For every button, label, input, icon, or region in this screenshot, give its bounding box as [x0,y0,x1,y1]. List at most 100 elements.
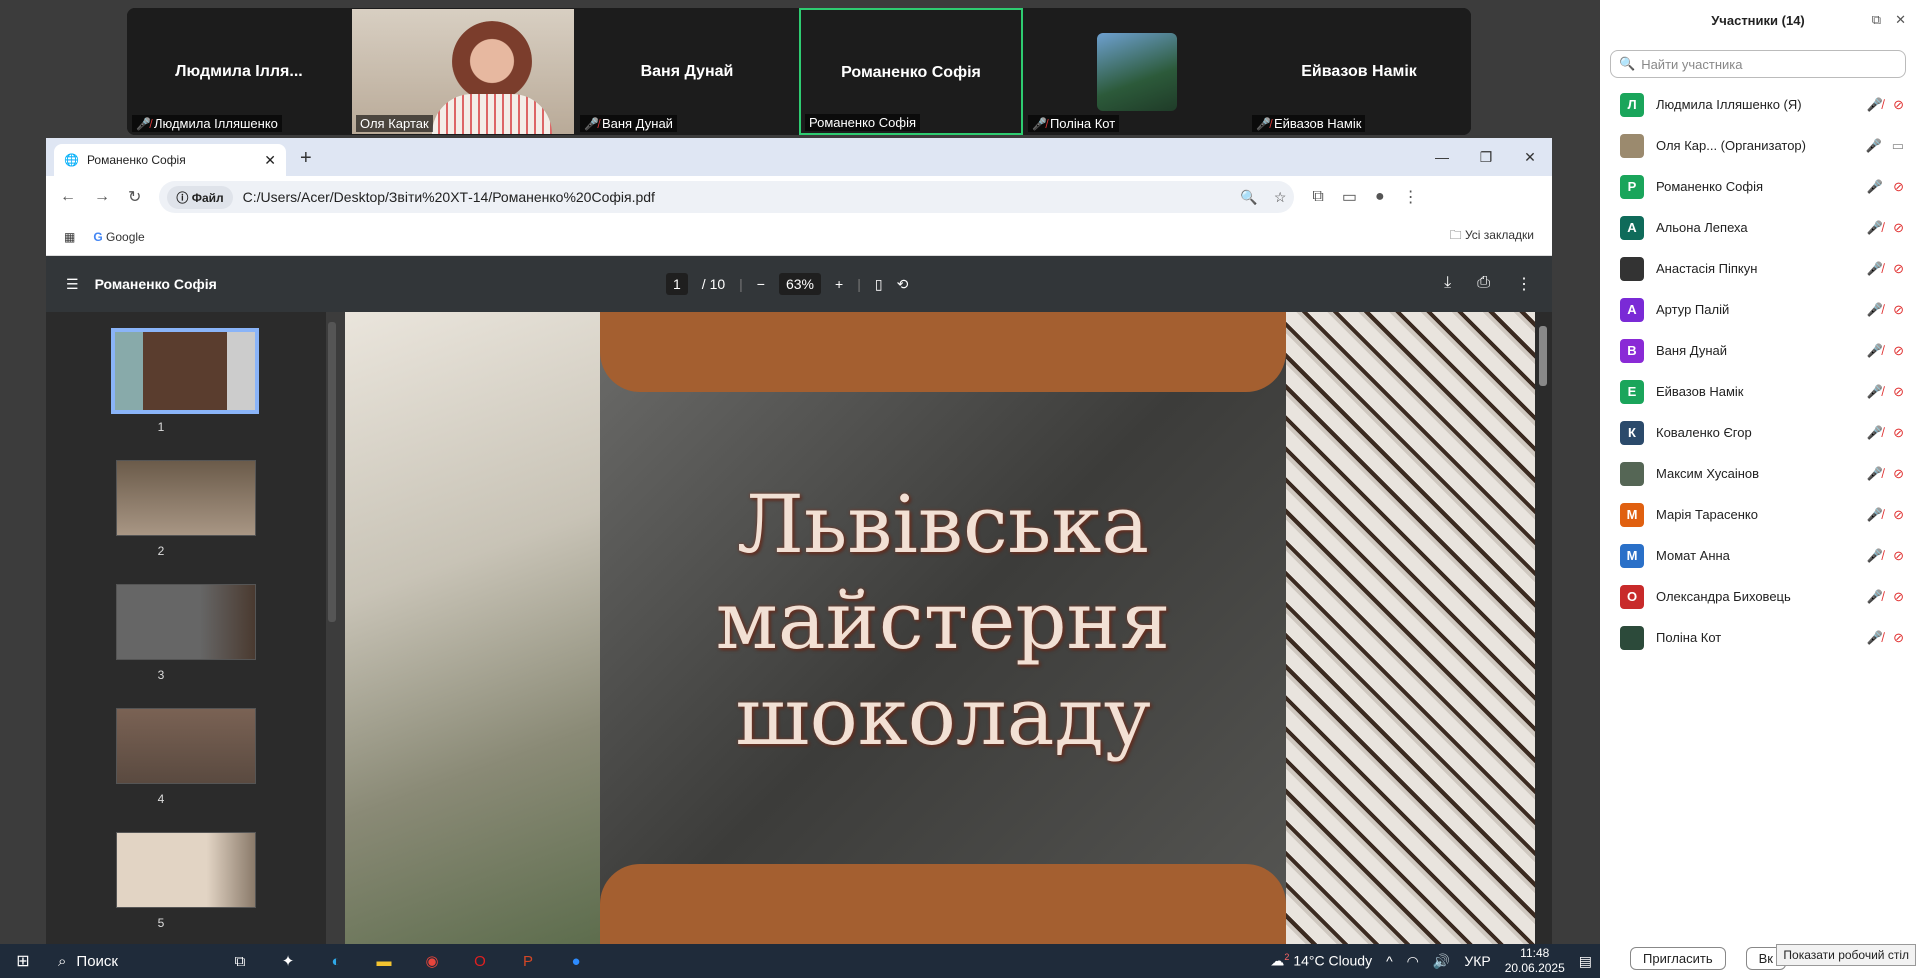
profile-avatar[interactable]: ● [1375,188,1385,206]
download-icon[interactable]: ⤓ [1444,274,1451,294]
participant-item[interactable]: Оля Кар... (Организатор) 🎤 ▭ [1600,125,1916,166]
video-off-icon[interactable]: ⊘ [1893,425,1904,441]
extensions-icon[interactable]: ⧉ [1312,188,1323,206]
zoom-in-button[interactable]: + [835,276,843,292]
star-icon[interactable]: ☆ [1274,189,1287,206]
participant-item[interactable]: М Марія Тарасенко 🎤̸ ⊘ [1600,494,1916,535]
mic-muted-icon[interactable]: 🎤̸ [1867,589,1883,605]
file-explorer-icon[interactable]: ▬ [360,944,408,978]
minimize-button[interactable]: — [1420,138,1464,176]
mic-muted-icon[interactable]: 🎤̸ [1867,548,1883,564]
more-options-icon[interactable]: ⋮ [1516,274,1532,294]
video-off-icon[interactable]: ⊘ [1893,179,1904,195]
invite-button[interactable]: Пригласить [1630,947,1726,970]
video-off-icon[interactable]: ⊘ [1893,302,1904,318]
participant-item[interactable]: А Артур Палій 🎤̸ ⊘ [1600,289,1916,330]
weather-widget[interactable]: ☁2 14°C Cloudy [1270,952,1372,970]
omnibox[interactable]: ⓘ Файл C:/Users/Acer/Desktop/Звіти%20ХТ-… [159,181,1295,213]
mic-icon[interactable]: 🎤 [1867,179,1883,195]
video-off-icon[interactable]: ⊘ [1893,343,1904,359]
participant-item[interactable]: К Коваленко Єгор 🎤̸ ⊘ [1600,412,1916,453]
thumbnail-page-2[interactable] [116,460,256,536]
mic-muted-icon[interactable]: 🎤̸ [1867,220,1883,236]
participant-item[interactable]: Максим Хусаінов 🎤̸ ⊘ [1600,453,1916,494]
mic-muted-icon[interactable]: 🎤̸ [1867,384,1883,400]
close-window-button[interactable]: ✕ [1508,138,1552,176]
video-tile[interactable]: Ейвазов Намік 🎤̸ Ейвазов Намік [1247,8,1471,135]
video-tile-active-speaker[interactable]: Романенко Софія Романенко Софія [799,8,1023,135]
hamburger-menu-icon[interactable]: ☰ [66,276,79,293]
page-scrollbar[interactable] [1535,312,1552,944]
apps-grid-icon[interactable]: ▦ [64,230,75,244]
print-icon[interactable]: ⎙ [1477,274,1490,294]
mic-muted-icon[interactable]: 🎤̸ [1867,261,1883,277]
thumbnail-scrollbar[interactable] [328,322,336,622]
mic-muted-icon[interactable]: 🎤̸ [1867,425,1883,441]
notifications-icon[interactable]: ▤ [1579,953,1592,970]
popout-icon[interactable]: ⧉ [1872,12,1881,28]
participant-item[interactable]: О Олександра Биховець 🎤̸ ⊘ [1600,576,1916,617]
browser-tab[interactable]: 🌐 Романенко Софія ✕ [54,144,286,176]
chrome-icon[interactable]: ◉ [408,944,456,978]
zoom-out-button[interactable]: − [757,276,765,292]
video-off-icon[interactable]: ⊘ [1893,507,1904,523]
mic-muted-icon[interactable]: 🎤̸ [1867,630,1883,646]
participant-item[interactable]: Е Ейвазов Намік 🎤̸ ⊘ [1600,371,1916,412]
menu-kebab-icon[interactable]: ⋮ [1403,187,1419,207]
video-off-icon[interactable]: ⊘ [1893,466,1904,482]
language-indicator[interactable]: УКР [1464,953,1490,969]
network-icon[interactable]: ◠ [1407,953,1419,970]
copilot-icon[interactable]: ✦ [264,944,312,978]
opera-icon[interactable]: O [456,944,504,978]
participant-item[interactable]: Поліна Кот 🎤̸ ⊘ [1600,617,1916,658]
page-number-input[interactable]: 1 [666,273,688,295]
thumbnail-page-5[interactable] [116,832,256,908]
video-off-icon[interactable]: ⊘ [1893,548,1904,564]
page-scroll-thumb[interactable] [1539,326,1547,386]
windows-start-button[interactable]: ⊞ [0,944,46,978]
back-button[interactable]: ← [60,188,76,206]
site-info-chip[interactable]: ⓘ Файл [167,185,233,209]
video-tile[interactable]: Людмила Ілля... 🎤̸ Людмила Ілляшенко [127,8,351,135]
participant-item[interactable]: М Момат Анна 🎤̸ ⊘ [1600,535,1916,576]
participant-item[interactable]: В Ваня Дунай 🎤̸ ⊘ [1600,330,1916,371]
rotate-icon[interactable]: ⟲ [897,276,909,293]
thumbnail-page-3[interactable] [116,584,256,660]
thumbnail-page-1[interactable] [111,328,259,414]
all-bookmarks[interactable]: 🗀 Усі закладки [1450,226,1534,247]
thumbnail-page-4[interactable] [116,708,256,784]
maximize-button[interactable]: ❐ [1464,138,1508,176]
reload-button[interactable]: ↻ [128,187,141,207]
clock[interactable]: 11:48 20.06.2025 [1505,946,1565,976]
zoom-icon[interactable]: 🔍 [1240,189,1257,206]
video-off-icon[interactable]: ⊘ [1893,97,1904,113]
video-off-icon[interactable]: ⊘ [1893,220,1904,236]
participant-search[interactable]: 🔍 Найти участника [1610,50,1906,78]
video-off-icon[interactable]: ⊘ [1893,589,1904,605]
edge-icon[interactable]: ◐ [312,944,360,978]
forward-button[interactable]: → [94,188,110,206]
close-tab-icon[interactable]: ✕ [264,152,276,169]
video-tile[interactable]: Оля Картак [351,8,575,135]
zoom-icon[interactable]: ● [552,944,600,978]
mic-muted-icon[interactable]: 🎤̸ [1867,97,1883,113]
participant-item[interactable]: Л Людмила Ілляшенко (Я) 🎤̸ ⊘ [1600,84,1916,125]
video-tile[interactable]: 🎤̸ Поліна Кот [1023,8,1247,135]
mic-icon[interactable]: 🎤 [1866,138,1882,154]
powerpoint-icon[interactable]: P [504,944,552,978]
bookmark-google[interactable]: G Google [93,230,144,244]
mic-muted-icon[interactable]: 🎤̸ [1867,302,1883,318]
participant-item[interactable]: А Альона Лепеха 🎤̸ ⊘ [1600,207,1916,248]
participant-item[interactable]: Р Романенко Софія 🎤 ⊘ [1600,166,1916,207]
mic-muted-icon[interactable]: 🎤̸ [1867,507,1883,523]
task-view-icon[interactable]: ⧉ [216,944,264,978]
mic-muted-icon[interactable]: 🎤̸ [1867,466,1883,482]
volume-icon[interactable]: 🔊 [1433,953,1450,970]
video-off-icon[interactable]: ⊘ [1893,630,1904,646]
video-off-icon[interactable]: ⊘ [1893,261,1904,277]
mic-muted-icon[interactable]: 🎤̸ [1867,343,1883,359]
zoom-level-input[interactable]: 63% [778,273,822,295]
tray-overflow-icon[interactable]: ^ [1386,953,1393,969]
participant-item[interactable]: Анастасія Піпкун 🎤̸ ⊘ [1600,248,1916,289]
new-tab-button[interactable]: + [300,147,312,170]
